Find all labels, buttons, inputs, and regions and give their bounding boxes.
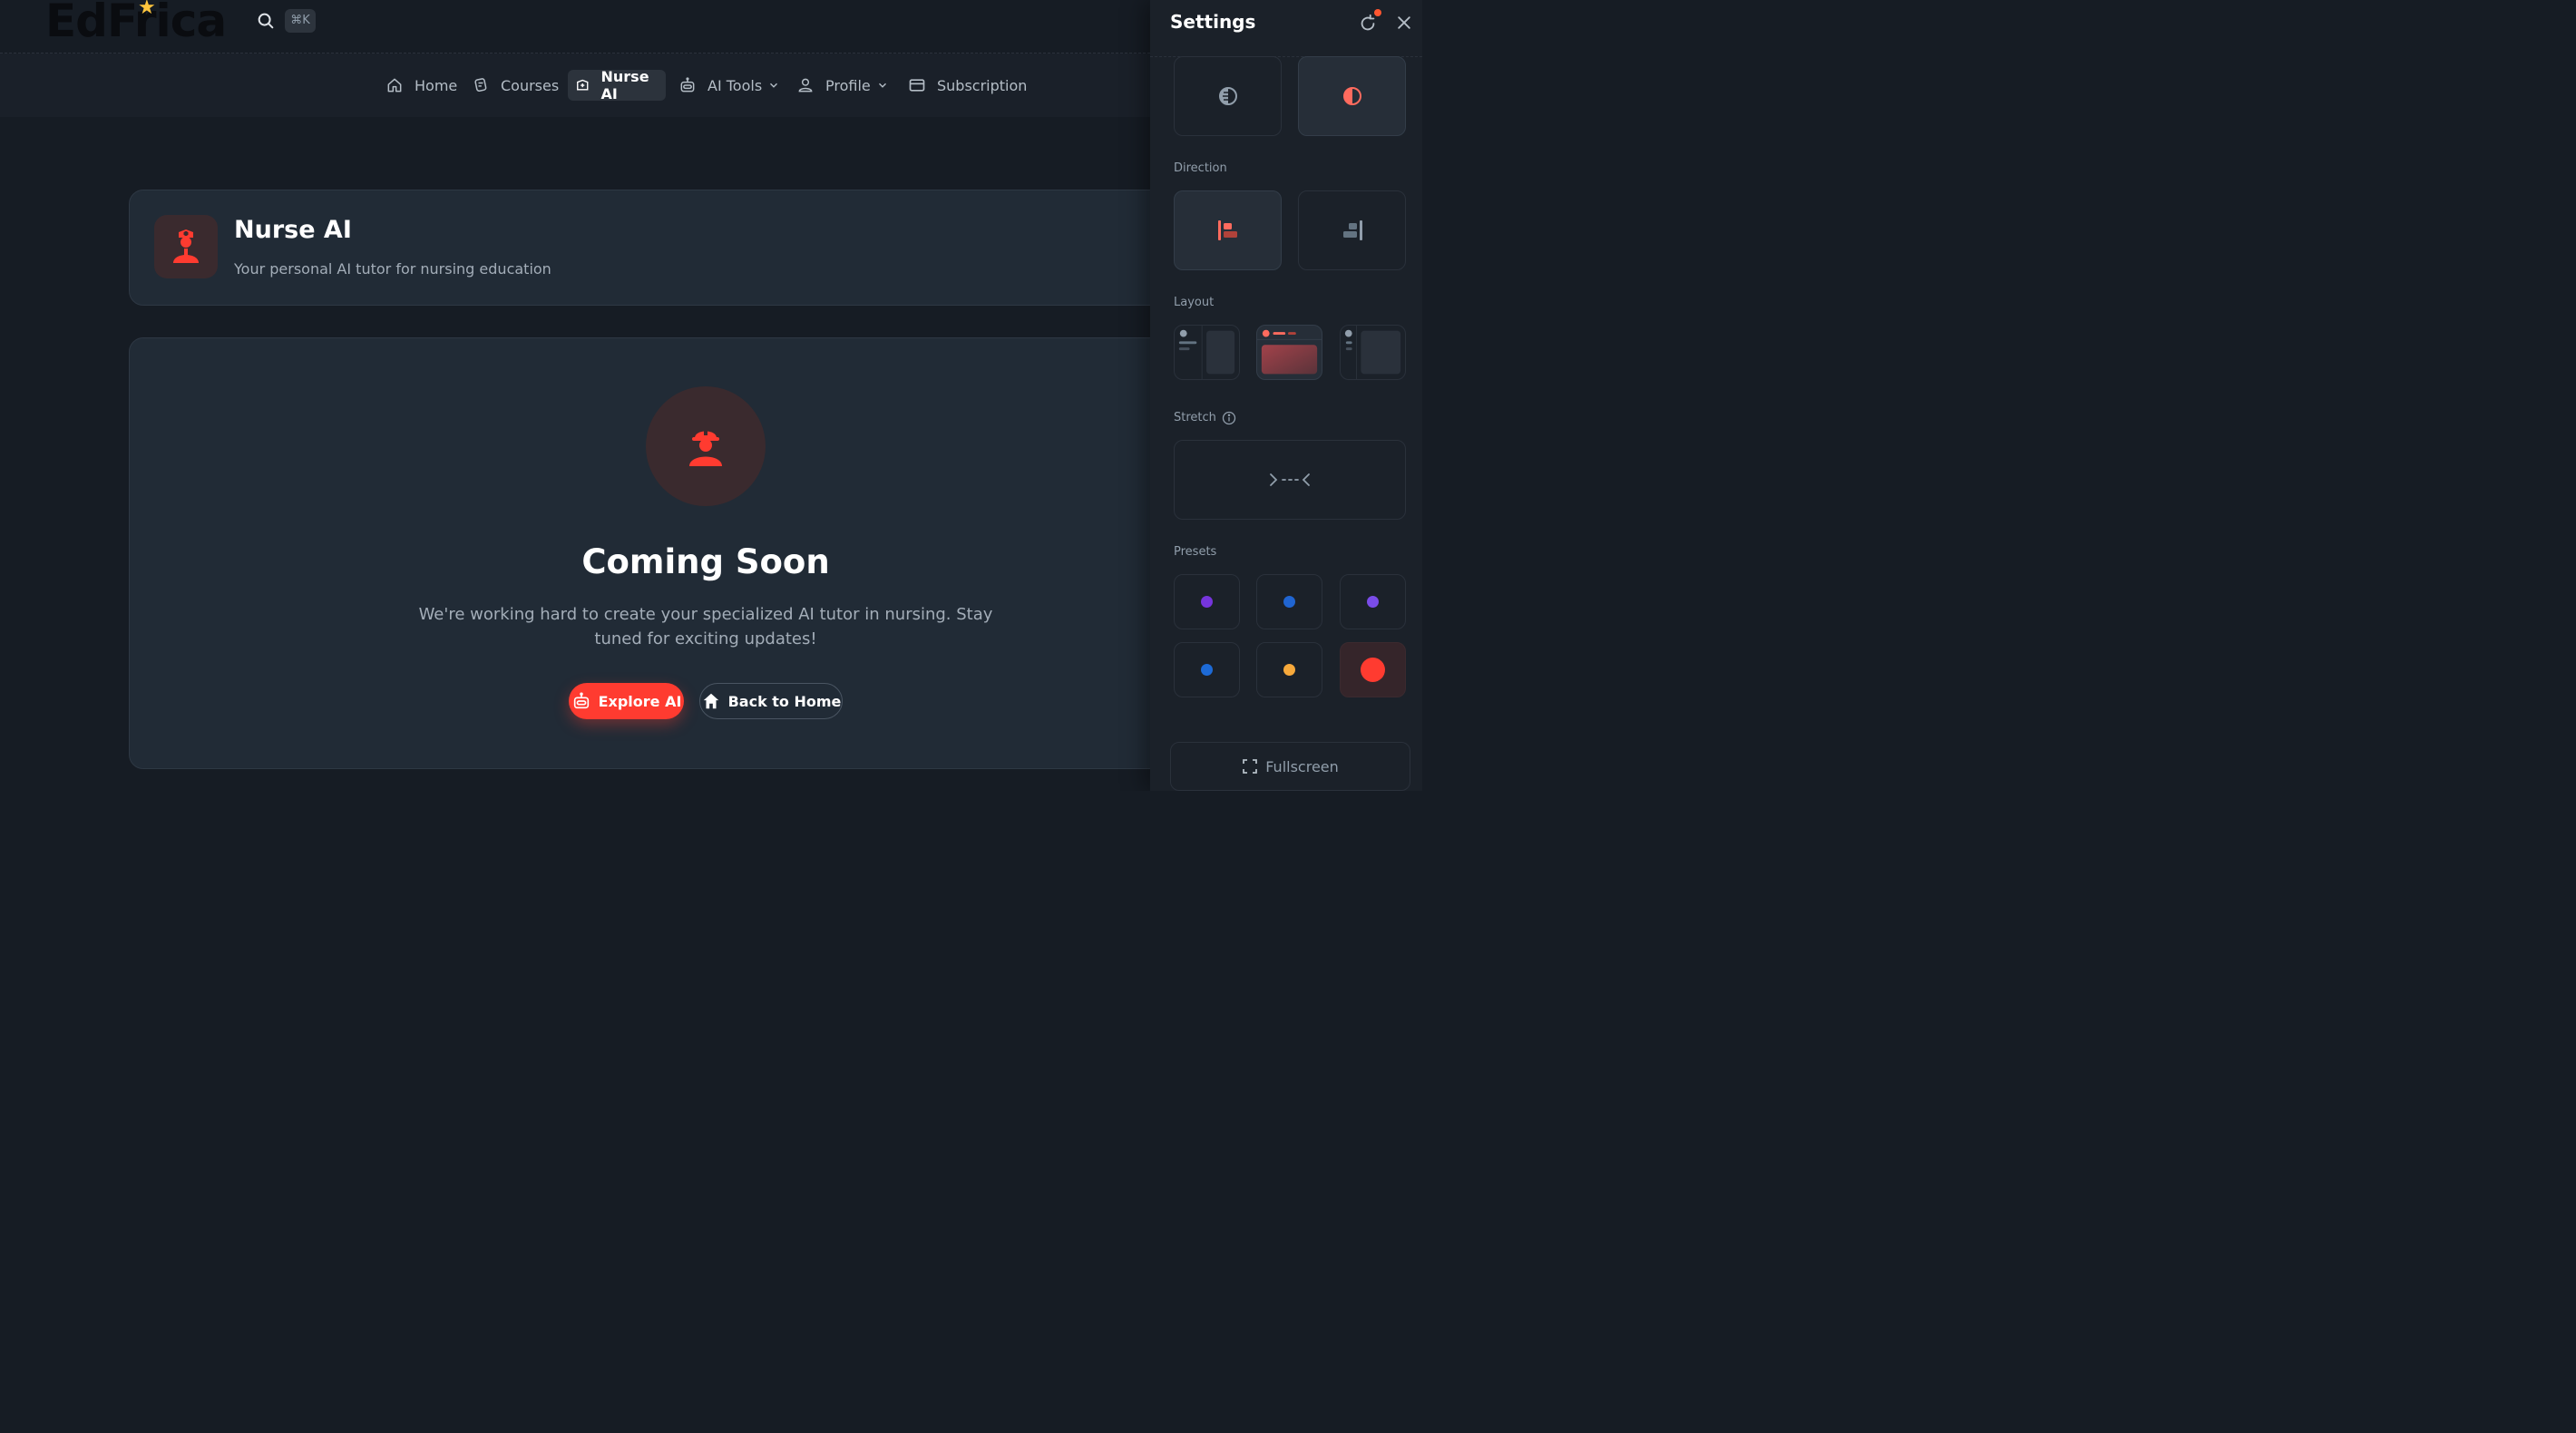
stretch-label: Stretch — [1174, 411, 1216, 424]
preset-option[interactable] — [1256, 574, 1322, 629]
back-to-home-button[interactable]: Back to Home — [699, 683, 843, 719]
direction-ltr-option[interactable] — [1174, 190, 1282, 270]
home-icon — [703, 693, 718, 709]
fullscreen-icon — [1243, 759, 1258, 774]
preset-option[interactable] — [1174, 642, 1240, 697]
preset-color-dot — [1201, 664, 1213, 676]
back-to-home-label: Back to Home — [727, 692, 842, 710]
preset-color-dot — [1361, 658, 1385, 682]
preset-color-dot — [1283, 596, 1295, 608]
logo-star-icon: ★ — [138, 0, 156, 19]
layout-horizontal-icon — [1257, 329, 1322, 375]
nav-label: Courses — [501, 76, 560, 94]
nav-label: Nurse AI — [600, 68, 649, 102]
align-left-icon — [1217, 220, 1237, 240]
direction-label: Direction — [1174, 161, 1227, 175]
nav-label: Subscription — [937, 76, 1028, 94]
search-icon[interactable] — [256, 11, 276, 31]
worker-avatar — [646, 386, 766, 506]
contrast-icon — [1218, 87, 1237, 105]
layout-horizontal-option[interactable] — [1256, 325, 1322, 380]
page-subtitle: Your personal AI tutor for nursing educa… — [234, 260, 551, 278]
settings-title: Settings — [1170, 11, 1256, 33]
explore-ai-label: Explore AI — [598, 692, 682, 710]
home-icon — [387, 78, 402, 93]
preset-option[interactable] — [1174, 574, 1240, 629]
nav-item-home[interactable]: Home — [378, 70, 464, 101]
preset-color-dot — [1201, 596, 1213, 608]
nav-item-ai-tools[interactable]: AI Tools — [671, 70, 787, 101]
contrast-bold-icon — [1342, 87, 1361, 105]
contrast-option-bold[interactable] — [1298, 56, 1406, 136]
fullscreen-button[interactable]: Fullscreen — [1170, 742, 1410, 791]
nav-item-subscription[interactable]: Subscription — [901, 70, 1034, 101]
stretch-toggle[interactable] — [1174, 440, 1406, 520]
presets-label: Presets — [1174, 545, 1217, 559]
nav-label: AI Tools — [707, 76, 763, 94]
layout-label: Layout — [1174, 296, 1215, 309]
contrast-option-default[interactable] — [1174, 56, 1282, 136]
nurse-avatar — [154, 215, 218, 278]
robot-icon — [680, 77, 695, 93]
align-right-icon — [1342, 220, 1362, 240]
info-icon[interactable] — [1222, 411, 1236, 425]
reset-icon[interactable] — [1358, 14, 1378, 34]
user-icon — [798, 78, 813, 93]
fullscreen-label: Fullscreen — [1265, 757, 1339, 775]
close-icon[interactable] — [1395, 14, 1413, 32]
card-icon — [909, 79, 925, 92]
page-title: Nurse AI — [234, 216, 352, 244]
robot-icon — [573, 692, 589, 709]
layout-vertical-option[interactable] — [1174, 325, 1240, 380]
search-shortcut-badge[interactable]: ⌘K — [285, 9, 316, 33]
coming-soon-description: We're working hard to create your specia… — [418, 605, 993, 648]
layout-vertical-icon — [1178, 325, 1235, 380]
nurse-figure-icon — [173, 229, 199, 263]
stretch-icon — [1270, 473, 1310, 486]
explore-ai-button[interactable]: Explore AI — [569, 683, 684, 719]
direction-rtl-option[interactable] — [1298, 190, 1406, 270]
preset-color-dot — [1367, 596, 1379, 608]
nav-item-nurse-ai[interactable]: Nurse AI — [568, 68, 666, 102]
chevron-down-icon — [878, 83, 886, 88]
preset-color-dot — [1283, 664, 1295, 676]
nav-item-profile[interactable]: Profile — [789, 70, 896, 101]
layout-mini-icon — [1344, 325, 1401, 380]
brand-logo[interactable]: EdFrica — [45, 0, 227, 47]
worker-icon — [689, 428, 722, 466]
courses-icon — [474, 78, 487, 93]
nav-label: Home — [415, 76, 458, 94]
coming-soon-title: Coming Soon — [581, 542, 830, 581]
nav-label: Profile — [825, 76, 871, 94]
notification-dot — [1374, 9, 1381, 16]
preset-option-selected[interactable] — [1340, 642, 1406, 697]
preset-option[interactable] — [1340, 574, 1406, 629]
layout-mini-option[interactable] — [1340, 325, 1406, 380]
nav-item-courses[interactable]: Courses — [464, 70, 566, 101]
preset-option[interactable] — [1256, 642, 1322, 697]
chevron-down-icon — [770, 83, 778, 88]
nurse-icon — [577, 79, 589, 91]
page-header-card — [129, 190, 1183, 306]
